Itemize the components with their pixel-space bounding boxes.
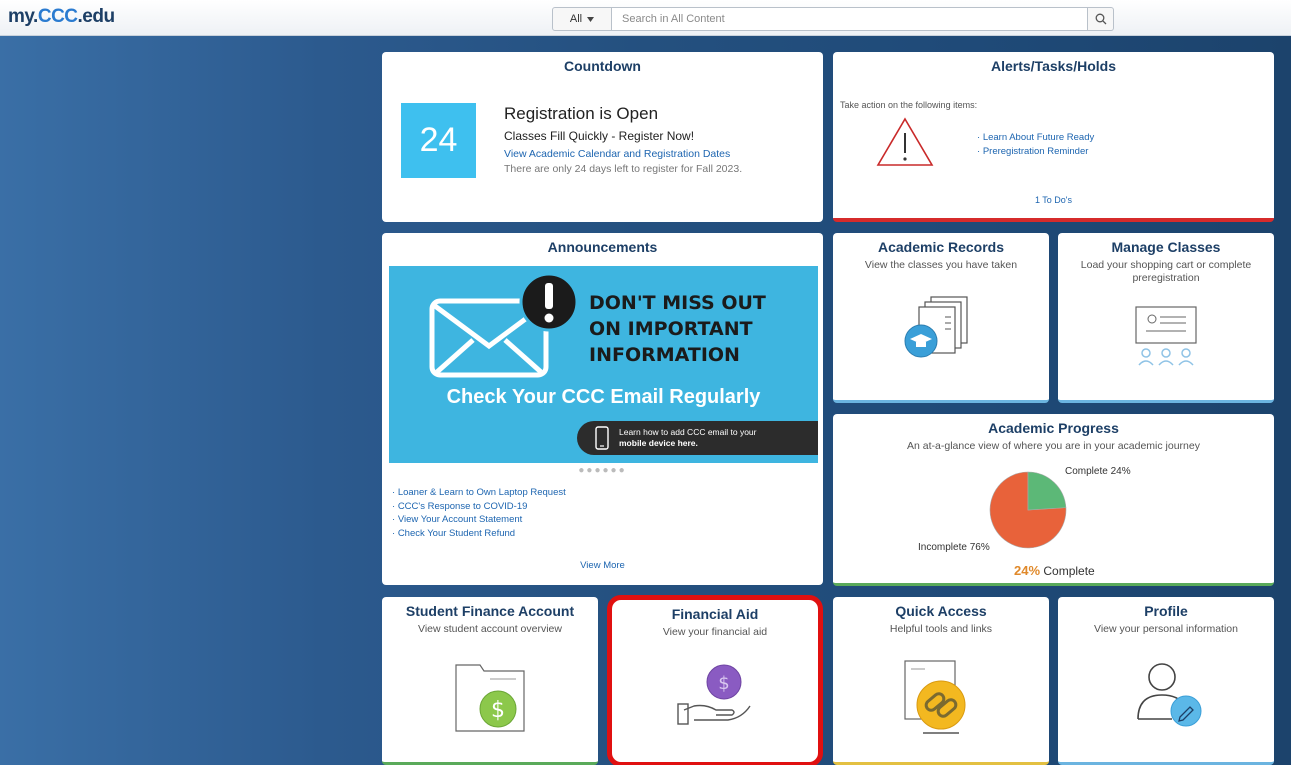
top-header: my.CCC.edu All (0, 0, 1291, 36)
manage-classes-tile[interactable]: Manage Classes Load your shopping cart o… (1058, 233, 1274, 403)
academic-calendar-link[interactable]: View Academic Calendar and Registration … (504, 148, 742, 160)
banner-line-1: DON'T MISS OUT (589, 292, 766, 314)
logo-suffix: .edu (77, 6, 116, 27)
countdown-days: 24 (419, 121, 458, 159)
logo-accent: CCC (37, 6, 78, 27)
legend-complete: Complete 24% (1065, 466, 1131, 477)
student-finance-title: Student Finance Account (405, 603, 575, 619)
student-finance-subtitle: View student account overview (418, 623, 562, 635)
alert-item-future-ready[interactable]: Learn About Future Ready (977, 132, 1094, 143)
classroom-presentation-icon (1135, 306, 1197, 366)
svg-text:$: $ (718, 673, 729, 694)
link-student-refund[interactable]: Check Your Student Refund (392, 528, 566, 539)
records-stack-icon (904, 296, 968, 358)
progress-summary: 24% Complete (1014, 563, 1095, 578)
search-scope-label: All (569, 13, 583, 25)
logo-prefix: my. (8, 6, 38, 27)
quick-access-tile[interactable]: Quick Access Helpful tools and links (833, 597, 1049, 765)
svg-text:$: $ (491, 698, 505, 723)
legend-incomplete: Incomplete 76% (918, 542, 990, 553)
search-input[interactable] (612, 7, 1088, 31)
academic-records-tile[interactable]: Academic Records View the classes you ha… (833, 233, 1049, 403)
banner-mobile-line-2: mobile device here. (619, 438, 698, 448)
countdown-days-box: 24 (401, 103, 476, 178)
hand-coin-icon: $ (677, 664, 751, 725)
link-covid-response[interactable]: CCC's Response to COVID-19 (392, 501, 566, 512)
warning-icon (876, 117, 934, 166)
announcement-banner[interactable]: DON'T MISS OUT ON IMPORTANT INFORMATION … (389, 266, 818, 463)
dollar-folder-icon: $ (455, 664, 525, 732)
alerts-intro: Take action on the following items: (840, 100, 978, 110)
view-more-link[interactable]: View More (382, 560, 823, 571)
search-icon (1095, 13, 1106, 25)
academic-progress-subtitle: An at-a-glance view of where you are in … (907, 440, 1200, 452)
alert-item-preregistration[interactable]: Preregistration Reminder (977, 146, 1094, 157)
progress-summary-pct: 24% (1014, 563, 1041, 578)
quick-access-subtitle: Helpful tools and links (889, 623, 993, 635)
profile-tile[interactable]: Profile View your personal information (1058, 597, 1274, 765)
announcements-title: Announcements (547, 239, 658, 255)
countdown-title: Countdown (564, 58, 641, 74)
mobile-phone-icon (595, 426, 609, 450)
progress-pie-chart (989, 471, 1067, 549)
academic-records-title: Academic Records (877, 239, 1005, 255)
banner-check-email: Check Your CCC Email Regularly (446, 386, 761, 408)
academic-progress-title: Academic Progress (988, 420, 1119, 436)
progress-summary-label: Complete (1043, 564, 1095, 578)
search-button[interactable] (1088, 7, 1114, 31)
student-finance-tile[interactable]: Student Finance Account View student acc… (382, 597, 598, 765)
link-account-statement[interactable]: View Your Account Statement (392, 514, 566, 525)
academic-progress-tile[interactable]: Academic Progress An at-a-glance view of… (833, 414, 1274, 586)
search-bar: All (552, 7, 1114, 31)
banner-headline: DON'T MISS OUT ON IMPORTANT INFORMATION (589, 290, 766, 368)
announcements-tile: Announcements DON'T MISS OUT ON IMPORTAN… (382, 233, 823, 585)
alerts-title: Alerts/Tasks/Holds (990, 58, 1116, 74)
alerts-tile: Alerts/Tasks/Holds Take action on the fo… (833, 52, 1274, 222)
manage-classes-subtitle: Load your shopping cart or complete prer… (1080, 259, 1252, 284)
site-logo[interactable]: my.CCC.edu (8, 6, 115, 28)
carousel-dots[interactable]: ●●●●●● (382, 465, 823, 476)
banner-line-2: ON IMPORTANT (589, 318, 753, 340)
financial-aid-tile[interactable]: Financial Aid View your financial aid $ (607, 595, 823, 765)
profile-title: Profile (1144, 603, 1188, 619)
link-chain-icon (904, 660, 966, 734)
chevron-down-icon (587, 16, 595, 22)
exclamation-icon (519, 272, 579, 332)
countdown-note: There are only 24 days left to register … (504, 163, 743, 175)
banner-line-3: INFORMATION (589, 344, 740, 366)
user-edit-icon (1137, 663, 1202, 727)
todo-count-link[interactable]: 1 To Do's (833, 195, 1274, 205)
carousel-dots-glyphs: ●●●●●● (578, 465, 627, 476)
banner-mobile-line-1: Learn how to add CCC email to your (619, 427, 757, 437)
academic-records-subtitle: View the classes you have taken (864, 259, 1018, 271)
countdown-subheading: Classes Fill Quickly - Register Now! (504, 129, 695, 143)
countdown-text: Registration is Open Classes Fill Quickl… (504, 104, 742, 175)
link-laptop-request[interactable]: Loaner & Learn to Own Laptop Request (392, 487, 566, 498)
countdown-heading: Registration is Open (504, 104, 659, 123)
announcement-links: Loaner & Learn to Own Laptop Request CCC… (392, 487, 566, 541)
profile-subtitle: View your personal information (1094, 623, 1238, 635)
pie-slice-complete (1027, 471, 1067, 511)
banner-mobile-text: Learn how to add CCC email to your mobil… (619, 427, 757, 449)
search-scope-dropdown[interactable]: All (552, 7, 612, 31)
manage-classes-title: Manage Classes (1111, 239, 1221, 255)
financial-aid-title: Financial Aid (671, 606, 759, 622)
financial-aid-subtitle: View your financial aid (662, 626, 768, 638)
alerts-list: Learn About Future Ready Preregistration… (977, 132, 1094, 160)
countdown-tile: Countdown 24 Registration is Open Classe… (382, 52, 823, 222)
banner-mobile-strip[interactable]: Learn how to add CCC email to your mobil… (577, 421, 818, 455)
quick-access-title: Quick Access (895, 603, 987, 619)
